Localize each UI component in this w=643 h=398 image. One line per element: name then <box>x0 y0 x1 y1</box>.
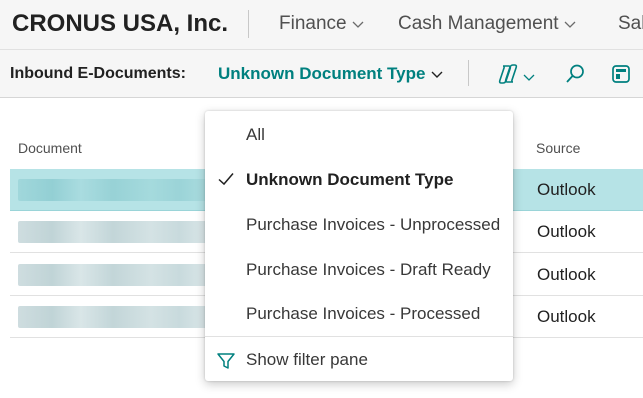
menu-item-all[interactable]: All <box>205 113 513 157</box>
filter-icon <box>216 351 236 371</box>
top-navigation-bar: CRONUS USA, Inc. Finance Cash Management… <box>0 0 643 50</box>
redacted-document-text <box>18 221 208 243</box>
menu-item-purchase-invoices-draft-ready[interactable]: Purchase Invoices - Draft Ready <box>205 248 513 292</box>
nav-item-sales[interactable]: Sal <box>618 13 643 35</box>
chevron-down-icon <box>351 17 365 31</box>
menu-item-unknown-document-type[interactable]: Unknown Document Type <box>205 158 513 202</box>
view-selector-label: Unknown Document Type <box>218 64 426 83</box>
redacted-document-text <box>18 179 208 201</box>
action-divider <box>468 60 469 86</box>
menu-divider <box>205 336 513 337</box>
menu-item-label: Unknown Document Type <box>246 170 454 189</box>
row-source: Outlook <box>537 265 596 284</box>
copilot-icon <box>497 63 519 90</box>
search-button[interactable] <box>564 63 586 90</box>
nav-divider <box>248 10 249 38</box>
nav-item-label: Cash Management <box>398 13 559 34</box>
page-caption: Inbound E-Documents: <box>10 65 186 82</box>
layout-button[interactable] <box>610 63 632 90</box>
row-source: Outlook <box>537 180 596 199</box>
redacted-document-text <box>18 264 208 286</box>
action-bar: Inbound E-Documents: Unknown Document Ty… <box>0 50 643 98</box>
menu-item-purchase-invoices-processed[interactable]: Purchase Invoices - Processed <box>205 292 513 336</box>
copilot-button[interactable] <box>497 63 536 90</box>
nav-item-label: Finance <box>279 13 347 34</box>
search-icon <box>564 63 586 90</box>
nav-item-finance[interactable]: Finance <box>279 13 365 35</box>
nav-item-cash-management[interactable]: Cash Management <box>398 13 577 35</box>
nav-item-label: Sal <box>618 13 643 34</box>
layout-icon <box>610 63 632 90</box>
menu-item-label: Purchase Invoices - Processed <box>246 304 481 323</box>
menu-item-label: All <box>246 125 265 144</box>
menu-item-purchase-invoices-unprocessed[interactable]: Purchase Invoices - Unprocessed <box>205 203 513 247</box>
redacted-document-text <box>18 306 208 328</box>
chevron-down-icon <box>430 67 444 81</box>
view-dropdown-menu: All Unknown Document Type Purchase Invoi… <box>205 111 513 381</box>
view-selector[interactable]: Unknown Document Type <box>218 64 444 84</box>
column-header-document[interactable]: Document <box>18 140 82 156</box>
menu-item-label: Show filter pane <box>246 350 368 369</box>
company-name[interactable]: CRONUS USA, Inc. <box>12 10 228 38</box>
row-source: Outlook <box>537 222 596 241</box>
menu-item-label: Purchase Invoices - Draft Ready <box>246 260 491 279</box>
menu-item-show-filter-pane[interactable]: Show filter pane <box>205 338 513 382</box>
chevron-down-icon <box>563 17 577 31</box>
chevron-down-icon <box>522 70 536 84</box>
column-header-source[interactable]: Source <box>536 140 580 156</box>
checkmark-icon <box>217 170 235 188</box>
menu-item-label: Purchase Invoices - Unprocessed <box>246 215 501 234</box>
row-source: Outlook <box>537 307 596 326</box>
